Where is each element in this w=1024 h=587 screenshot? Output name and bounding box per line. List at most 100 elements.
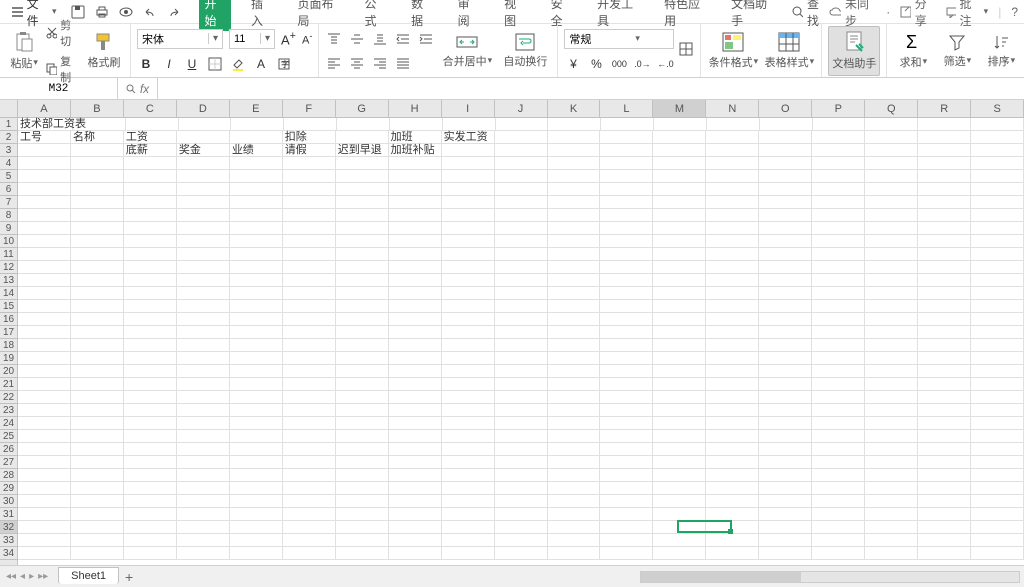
cell[interactable]	[18, 508, 71, 521]
sum-button[interactable]: Σ求和▾	[893, 26, 933, 76]
column-header[interactable]: S	[971, 100, 1024, 117]
cell[interactable]	[653, 157, 706, 170]
cell[interactable]	[442, 196, 495, 209]
cell[interactable]	[442, 170, 495, 183]
cell[interactable]	[600, 534, 653, 547]
cell[interactable]	[442, 157, 495, 170]
cell[interactable]	[18, 261, 71, 274]
cell[interactable]	[71, 391, 124, 404]
chevron-down-icon[interactable]: ▾	[208, 33, 222, 44]
cell[interactable]	[812, 495, 865, 508]
sheet-tab-active[interactable]: Sheet1	[58, 567, 119, 584]
name-box[interactable]	[0, 78, 118, 99]
fx-button[interactable]: fx	[118, 78, 158, 99]
cell[interactable]	[706, 170, 759, 183]
cell[interactable]	[389, 456, 442, 469]
cell[interactable]	[389, 326, 442, 339]
cell[interactable]	[389, 443, 442, 456]
cell[interactable]	[71, 456, 124, 469]
cell[interactable]	[389, 300, 442, 313]
font-size-input[interactable]	[230, 33, 260, 45]
column-header[interactable]: D	[177, 100, 230, 117]
cell[interactable]	[495, 378, 548, 391]
column-header[interactable]: P	[812, 100, 865, 117]
cell[interactable]	[812, 287, 865, 300]
cell[interactable]	[71, 287, 124, 300]
cell[interactable]	[124, 430, 177, 443]
row-header[interactable]: 30	[0, 495, 17, 508]
cell[interactable]	[389, 274, 442, 287]
cell[interactable]	[812, 222, 865, 235]
cell[interactable]	[177, 508, 230, 521]
cell[interactable]	[442, 391, 495, 404]
cell[interactable]	[548, 469, 601, 482]
cell[interactable]	[71, 547, 124, 560]
cell[interactable]	[653, 326, 706, 339]
paste-button[interactable]: 粘贴▾	[6, 26, 42, 76]
cell[interactable]	[600, 248, 653, 261]
justify-button[interactable]	[394, 54, 412, 72]
cell[interactable]	[812, 326, 865, 339]
cell[interactable]: 迟到早退	[336, 144, 389, 157]
cell[interactable]	[495, 274, 548, 287]
increase-font-button[interactable]: A+	[281, 30, 296, 47]
cell[interactable]	[495, 287, 548, 300]
cell[interactable]	[177, 222, 230, 235]
cell[interactable]	[706, 430, 759, 443]
cell[interactable]	[71, 534, 124, 547]
cell[interactable]	[653, 378, 706, 391]
cell[interactable]	[971, 391, 1024, 404]
cell[interactable]	[124, 443, 177, 456]
cell[interactable]	[812, 313, 865, 326]
italic-button[interactable]: I	[160, 55, 178, 73]
cell[interactable]	[18, 157, 71, 170]
cell[interactable]	[706, 417, 759, 430]
cell[interactable]	[971, 300, 1024, 313]
cell[interactable]	[230, 261, 283, 274]
cell[interactable]	[18, 456, 71, 469]
cell[interactable]	[336, 170, 389, 183]
table-style-button[interactable]: 表格样式▾	[763, 26, 815, 76]
cell[interactable]	[283, 469, 336, 482]
cell[interactable]	[600, 274, 653, 287]
cell[interactable]	[812, 261, 865, 274]
cell[interactable]	[971, 248, 1024, 261]
cell[interactable]	[230, 274, 283, 287]
cell[interactable]	[177, 170, 230, 183]
cell[interactable]	[177, 365, 230, 378]
column-header[interactable]: E	[230, 100, 283, 117]
row-header[interactable]: 4	[0, 157, 17, 170]
cell[interactable]	[971, 170, 1024, 183]
cell[interactable]	[71, 378, 124, 391]
cell[interactable]	[389, 157, 442, 170]
cell[interactable]	[600, 222, 653, 235]
cell[interactable]	[283, 196, 336, 209]
cell[interactable]	[653, 482, 706, 495]
cell[interactable]	[283, 456, 336, 469]
font-name-input[interactable]	[138, 33, 208, 45]
cell[interactable]	[124, 508, 177, 521]
cell[interactable]	[495, 495, 548, 508]
cell[interactable]	[918, 235, 971, 248]
cell[interactable]	[71, 157, 124, 170]
cell[interactable]	[600, 157, 653, 170]
cell[interactable]	[442, 183, 495, 196]
cell[interactable]	[230, 313, 283, 326]
cell[interactable]	[18, 144, 71, 157]
cell[interactable]	[336, 326, 389, 339]
cell[interactable]	[548, 326, 601, 339]
cell[interactable]	[124, 469, 177, 482]
cell[interactable]	[389, 339, 442, 352]
cell[interactable]	[600, 547, 653, 560]
cell[interactable]	[918, 534, 971, 547]
cell[interactable]	[336, 378, 389, 391]
cell[interactable]	[177, 248, 230, 261]
column-header[interactable]: F	[283, 100, 336, 117]
cell[interactable]	[600, 391, 653, 404]
cell[interactable]	[230, 352, 283, 365]
cell[interactable]	[124, 391, 177, 404]
cell[interactable]	[283, 508, 336, 521]
cell[interactable]	[71, 313, 124, 326]
cell[interactable]	[706, 196, 759, 209]
cell[interactable]	[336, 157, 389, 170]
